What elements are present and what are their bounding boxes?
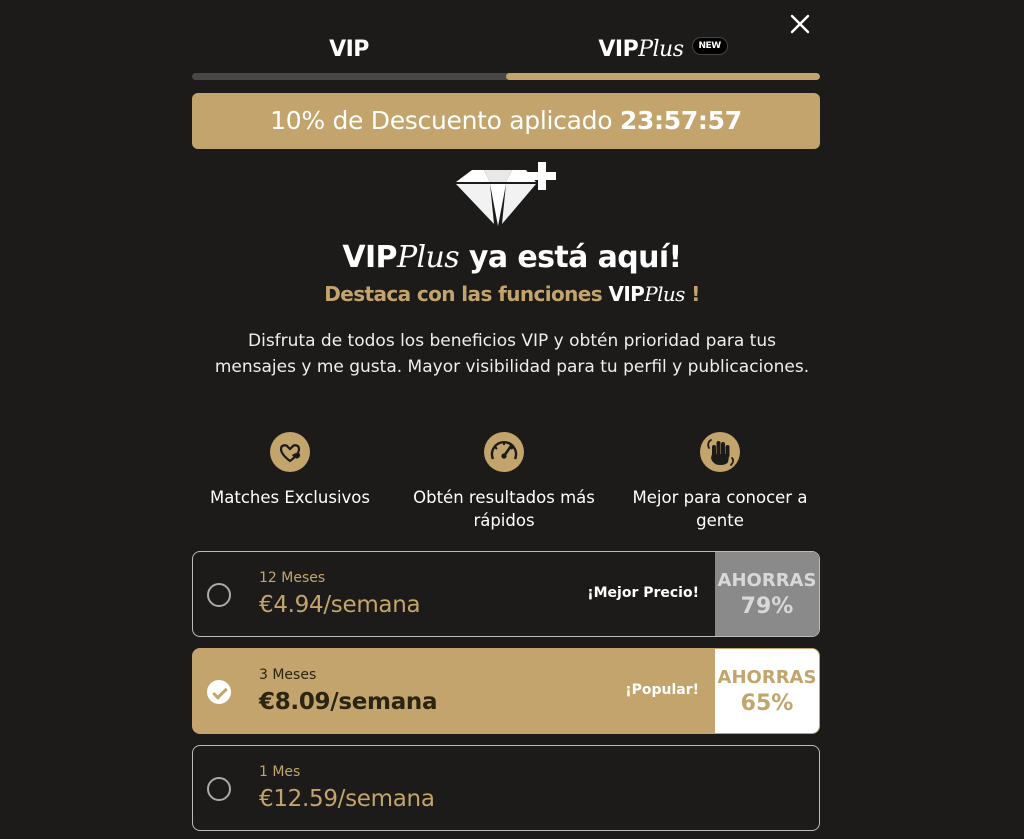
plan-option-12-months[interactable]: 12 Meses €4.94/semana ¡Mejor Precio! AHO… [192, 551, 820, 637]
plan-duration: 3 Meses [259, 667, 317, 683]
new-badge: NEW [691, 37, 728, 55]
plan-duration: 1 Mes [259, 764, 301, 780]
hand-wave-icon [700, 432, 740, 472]
description: Disfruta de todos los beneficios VIP y o… [214, 331, 810, 377]
subheadline-brand-italic: Plus [644, 282, 685, 306]
headline: VIPPlus ya está aquí! [192, 240, 832, 275]
plan-radio[interactable] [207, 777, 231, 801]
feature-meet-people: Mejor para conocer a gente [610, 432, 830, 532]
plan-price: €12.59/semana [259, 786, 435, 812]
plan-tag: ¡Mejor Precio! [587, 585, 699, 601]
feature-exclusive-matches: Matches Exclusivos [180, 432, 400, 509]
feature-label: Matches Exclusivos [210, 488, 370, 507]
plan-option-1-month[interactable]: 1 Mes €12.59/semana [192, 745, 820, 831]
features-row: Matches Exclusivos Obtén resultados más … [180, 432, 840, 532]
headline-brand-italic: Plus [396, 240, 460, 275]
tab-vipplus-label: VIP [598, 37, 639, 62]
tab-vipplus[interactable]: VIPPlus NEW [506, 30, 820, 70]
savings-value: 79% [740, 594, 794, 619]
plan-option-3-months[interactable]: 3 Meses €8.09/semana ¡Popular! AHORRAS 6… [192, 648, 820, 734]
plan-price: €4.94/semana [259, 592, 421, 618]
savings-label: AHORRAS [717, 570, 817, 591]
savings-label: AHORRAS [717, 667, 817, 688]
tab-vipplus-italic: Plus [638, 37, 684, 62]
feature-label: Mejor para conocer a gente [632, 488, 808, 530]
plan-tag: ¡Popular! [625, 682, 699, 698]
speedometer-icon [484, 432, 524, 472]
subheadline-end: ! [691, 282, 700, 306]
discount-timer: 23:57:57 [619, 106, 742, 135]
diamond-plus-icon [456, 162, 556, 226]
subheadline-text: Destaca con las funciones [324, 282, 603, 306]
savings-badge: AHORRAS 65% [715, 649, 819, 733]
savings-badge: AHORRAS 79% [715, 552, 819, 636]
savings-value: 65% [740, 691, 794, 716]
feature-label: Obtén resultados más rápidos [413, 488, 595, 530]
headline-brand: VIP [342, 240, 397, 275]
discount-text: 10% de Descuento aplicado [270, 106, 613, 135]
headline-rest: ya está aquí! [468, 240, 682, 275]
subheadline: Destaca con las funciones VIPPlus ! [192, 282, 832, 306]
subheadline-brand: VIP [608, 282, 645, 306]
plan-radio[interactable] [207, 583, 231, 607]
plan-duration: 12 Meses [259, 570, 326, 586]
plan-tabs: VIP VIPPlus NEW [192, 30, 820, 82]
plan-radio-checked[interactable] [207, 680, 231, 704]
discount-banner: 10% de Descuento aplicado 23:57:57 [192, 93, 820, 149]
heart-icon [270, 432, 310, 472]
tab-indicator-track [192, 73, 820, 80]
tab-vip[interactable]: VIP [192, 30, 506, 70]
feature-faster-results: Obtén resultados más rápidos [394, 432, 614, 532]
tab-vip-label: VIP [329, 37, 369, 62]
plan-price: €8.09/semana [259, 689, 438, 715]
tab-indicator [506, 73, 820, 80]
